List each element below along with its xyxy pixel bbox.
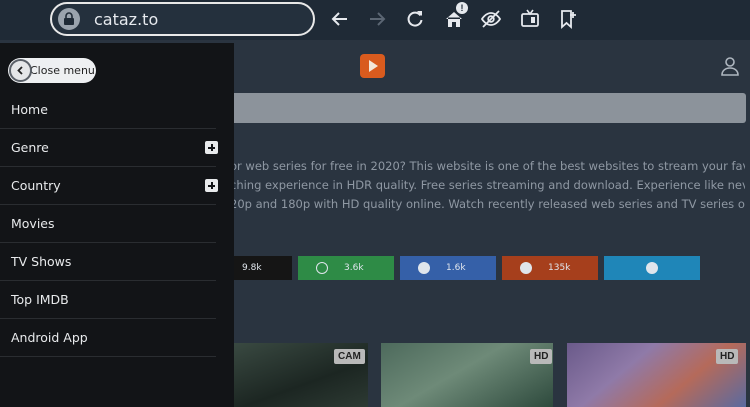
description-line: or web series for free in 2020? This web… — [230, 159, 745, 173]
menu-item-home[interactable]: Home — [0, 91, 216, 129]
reddit-share-button[interactable]: 135k — [502, 256, 598, 280]
menu-item-top-imdb[interactable]: Top IMDB — [0, 281, 216, 319]
quality-badge: HD — [530, 349, 553, 364]
expand-plus-icon[interactable] — [205, 141, 218, 154]
share-count: 3.6k — [344, 263, 364, 273]
lock-icon — [58, 8, 80, 30]
description-line: 20p and 180p with HD quality online. Wat… — [230, 197, 745, 211]
share-count: 1.6k — [446, 263, 466, 273]
whatsapp-icon — [316, 262, 328, 274]
menu-item-android-app[interactable]: Android App — [0, 319, 216, 357]
reddit-icon — [520, 262, 532, 274]
menu-item-label: Movies — [11, 216, 55, 231]
telegram-share-button[interactable] — [604, 256, 700, 280]
bookmark-add-icon[interactable] — [557, 8, 579, 30]
close-menu-label: Close menu — [30, 64, 95, 77]
screen: cataz.to ! or web series for free in 202… — [0, 0, 750, 407]
side-menu: Close menu Home Genre Country Movies TV … — [0, 43, 234, 407]
telegram-icon — [646, 262, 658, 274]
expand-plus-icon[interactable] — [205, 179, 218, 192]
user-icon[interactable] — [720, 56, 740, 76]
home-badge: ! — [456, 2, 468, 14]
menu-item-tv-shows[interactable]: TV Shows — [0, 243, 216, 281]
menu-item-label: Home — [11, 102, 48, 117]
menu-item-label: Android App — [11, 330, 88, 345]
search-input[interactable] — [200, 93, 746, 123]
share-count: 135k — [548, 263, 571, 273]
movie-thumbnail[interactable]: HD — [567, 343, 746, 407]
menu-item-label: Genre — [11, 140, 49, 155]
menu-item-genre[interactable]: Genre — [0, 129, 218, 167]
movie-thumbnail[interactable]: HD — [381, 343, 553, 407]
forward-arrow-icon[interactable] — [366, 8, 388, 30]
movie-thumbnail[interactable]: CAM — [230, 343, 368, 407]
messenger-icon — [418, 262, 430, 274]
tv-icon[interactable] — [519, 8, 541, 30]
chevron-left-icon — [9, 59, 32, 82]
description-line: ching experience in HDR quality. Free se… — [230, 178, 745, 192]
address-bar[interactable]: cataz.to — [50, 2, 315, 36]
menu-item-movies[interactable]: Movies — [0, 205, 216, 243]
browser-toolbar: cataz.to ! — [0, 0, 750, 40]
url-text: cataz.to — [94, 10, 159, 29]
menu-item-label: TV Shows — [11, 254, 72, 269]
messenger-share-button[interactable]: 1.6k — [400, 256, 496, 280]
site-description: or web series for free in 2020? This web… — [230, 157, 745, 214]
close-menu-button[interactable]: Close menu — [8, 58, 96, 83]
whatsapp-share-button[interactable]: 3.6k — [298, 256, 394, 280]
reload-icon[interactable] — [404, 8, 426, 30]
back-arrow-icon[interactable] — [329, 8, 351, 30]
quality-badge: HD — [716, 349, 739, 364]
menu-item-country[interactable]: Country — [0, 167, 218, 205]
menu-item-label: Country — [11, 178, 61, 193]
site-logo[interactable] — [360, 54, 385, 78]
eye-off-icon[interactable] — [480, 8, 502, 30]
home-icon[interactable]: ! — [443, 2, 468, 30]
share-count: 9.8k — [242, 263, 262, 273]
menu-item-label: Top IMDB — [11, 292, 69, 307]
quality-badge: CAM — [334, 349, 365, 364]
